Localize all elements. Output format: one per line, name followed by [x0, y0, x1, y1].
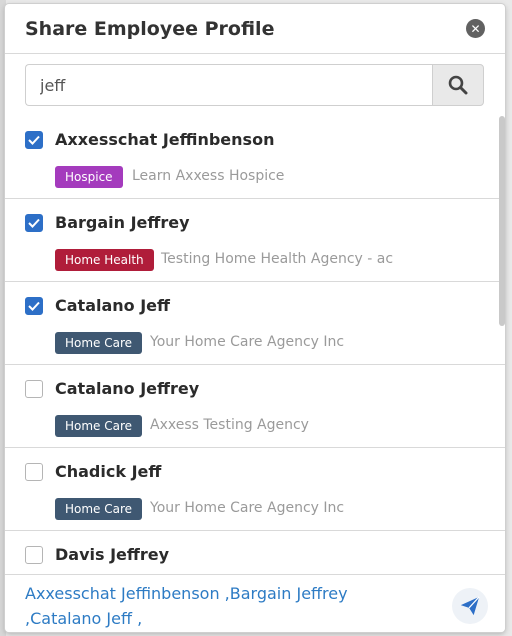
list-item[interactable]: Chadick Jeff Home Care Your Home Care Ag…	[5, 448, 505, 531]
checkbox[interactable]	[25, 546, 43, 564]
employee-name: Davis Jeffrey	[55, 545, 170, 564]
list-item[interactable]: Catalano Jeffrey Home Care Axxess Testin…	[5, 365, 505, 448]
service-badge: Home Care	[55, 332, 143, 354]
checkbox[interactable]	[25, 380, 43, 398]
list-scrollbar[interactable]	[499, 116, 505, 326]
agency-name: Your Home Care Agency Inc	[150, 500, 345, 516]
check-icon	[28, 135, 40, 145]
checkbox[interactable]	[25, 463, 43, 481]
list-item[interactable]: Davis Jeffrey	[5, 531, 505, 574]
check-icon	[28, 218, 40, 228]
service-badge: Home Health	[55, 249, 154, 271]
search-button[interactable]	[432, 64, 484, 106]
search-icon	[448, 75, 468, 95]
employee-name: Catalano Jeffrey	[55, 379, 200, 398]
service-badge: Home Care	[55, 498, 143, 520]
agency-name: Learn Axxess Hospice	[132, 168, 285, 184]
employee-name: Catalano Jeff	[55, 296, 170, 315]
search-input[interactable]	[25, 64, 432, 106]
employee-name: Axxesschat Jeffinbenson	[55, 130, 275, 149]
modal-header: Share Employee Profile ✕	[5, 4, 505, 54]
agency-name: Your Home Care Agency Inc	[150, 334, 345, 350]
agency-name: Axxess Testing Agency	[150, 417, 309, 433]
share-employee-profile-modal: Share Employee Profile ✕ Axxesschat Jeff…	[5, 4, 505, 632]
checkbox[interactable]	[25, 297, 43, 315]
search-bar	[25, 64, 484, 106]
modal-title: Share Employee Profile	[25, 17, 275, 40]
employee-name: Chadick Jeff	[55, 462, 162, 481]
agency-name: Testing Home Health Agency - ac	[161, 251, 394, 267]
service-badge: Home Care	[55, 415, 143, 437]
selected-line-2: ,Catalano Jeff ,	[25, 609, 143, 628]
checkbox[interactable]	[25, 131, 43, 149]
paper-plane-icon	[460, 596, 480, 616]
checkbox[interactable]	[25, 214, 43, 232]
list-item[interactable]: Axxesschat Jeffinbenson Hospice Learn Ax…	[5, 116, 505, 199]
selected-employees: Axxesschat Jeffinbenson ,Bargain Jeffrey…	[25, 581, 405, 631]
list-item[interactable]: Bargain Jeffrey Home Health Testing Home…	[5, 199, 505, 282]
close-icon[interactable]: ✕	[466, 19, 485, 38]
employee-name: Bargain Jeffrey	[55, 213, 190, 232]
service-badge: Hospice	[55, 166, 123, 188]
modal-footer: Axxesschat Jeffinbenson ,Bargain Jeffrey…	[5, 574, 505, 632]
employee-list: Axxesschat Jeffinbenson Hospice Learn Ax…	[5, 116, 505, 574]
send-button[interactable]	[452, 588, 488, 624]
selected-line-1: Axxesschat Jeffinbenson ,Bargain Jeffrey	[25, 584, 348, 603]
list-item[interactable]: Catalano Jeff Home Care Your Home Care A…	[5, 282, 505, 365]
check-icon	[28, 301, 40, 311]
